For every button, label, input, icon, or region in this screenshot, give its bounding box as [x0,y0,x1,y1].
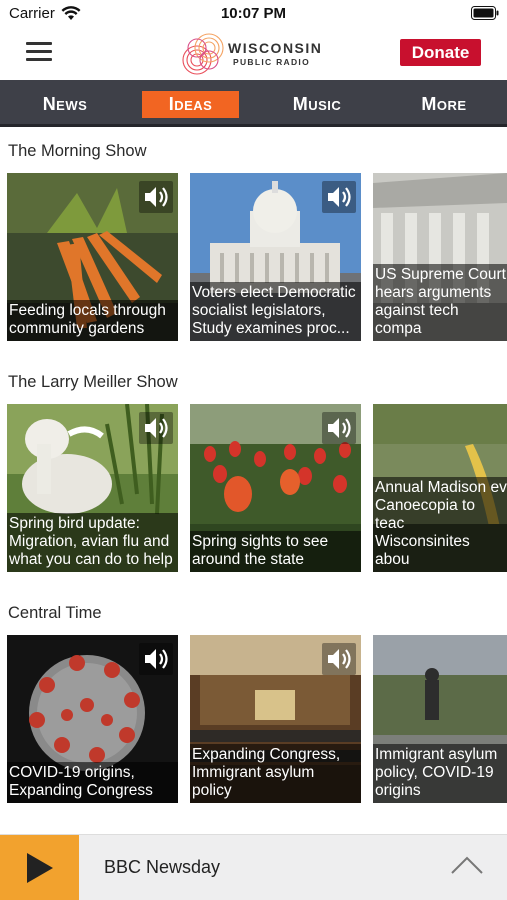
story-card[interactable]: Voters elect Democratic socialist legisl… [190,173,361,341]
tab-more[interactable]: More [405,91,483,118]
story-card[interactable]: Spring sights to see around the state [190,404,361,572]
status-bar: Carrier 10:07 PM [0,0,507,28]
play-button[interactable] [0,835,79,900]
battery-icon [471,6,499,20]
story-caption: Immigrant asylum policy, COVID-19 origin… [373,744,507,803]
tab-ideas[interactable]: Ideas [142,91,239,118]
audio-speaker-icon[interactable] [139,643,173,675]
audio-speaker-icon[interactable] [322,643,356,675]
story-card[interactable]: Spring bird update: Migration, avian flu… [7,404,178,572]
tab-music[interactable]: Music [276,91,358,118]
donate-button[interactable]: Donate [400,39,481,66]
section-title: The Larry Meiller Show [8,373,178,391]
story-card[interactable]: Expanding Congress, Immigrant asylum pol… [190,635,361,803]
chevron-up-icon[interactable] [450,855,484,875]
tab-more-label: More [421,94,467,114]
story-card[interactable]: Immigrant asylum policy, COVID-19 origin… [373,635,507,803]
app-header: WISCONSIN PUBLIC RADIO Donate [0,28,507,80]
audio-speaker-icon[interactable] [139,181,173,213]
story-caption: Spring sights to see around the state [190,531,361,572]
tab-news[interactable]: News [26,91,104,118]
tab-ideas-label: Ideas [168,94,213,114]
story-caption: Expanding Congress, Immigrant asylum pol… [190,744,361,803]
now-playing-bar[interactable]: BBC Newsday [0,834,507,900]
logo-title: WISCONSIN [228,40,323,56]
clock-time: 10:07 PM [220,5,287,22]
audio-speaker-icon[interactable] [322,412,356,444]
story-caption: Feeding locals through community gardens [7,300,178,341]
story-caption: Annual Madison ev Canoecopia to teac Wis… [373,477,507,572]
logo-rings-icon [182,33,224,75]
now-playing-title: BBC Newsday [104,857,221,877]
category-nav: News Ideas Music More [0,80,507,127]
story-caption: Voters elect Democratic socialist legisl… [190,282,361,341]
audio-speaker-icon[interactable] [139,412,173,444]
wpr-logo[interactable]: WISCONSIN PUBLIC RADIO [180,31,340,77]
story-caption: COVID-19 origins, Expanding Congress [7,762,178,803]
section-title: The Morning Show [8,142,147,160]
story-caption: US Supreme Court hears arguments against… [373,264,507,341]
play-icon [27,853,53,883]
menu-icon[interactable] [26,42,52,62]
section-title: Central Time [8,604,102,622]
story-card[interactable]: Annual Madison ev Canoecopia to teac Wis… [373,404,507,572]
story-card[interactable]: COVID-19 origins, Expanding Congress [7,635,178,803]
story-caption: Spring bird update: Migration, avian flu… [7,513,178,572]
tab-music-label: Music [292,94,342,114]
tab-news-label: News [42,94,88,114]
story-card[interactable]: US Supreme Court hears arguments against… [373,173,507,341]
logo-subtitle: PUBLIC RADIO [233,57,310,67]
audio-speaker-icon[interactable] [322,181,356,213]
story-card[interactable]: Feeding locals through community gardens [7,173,178,341]
